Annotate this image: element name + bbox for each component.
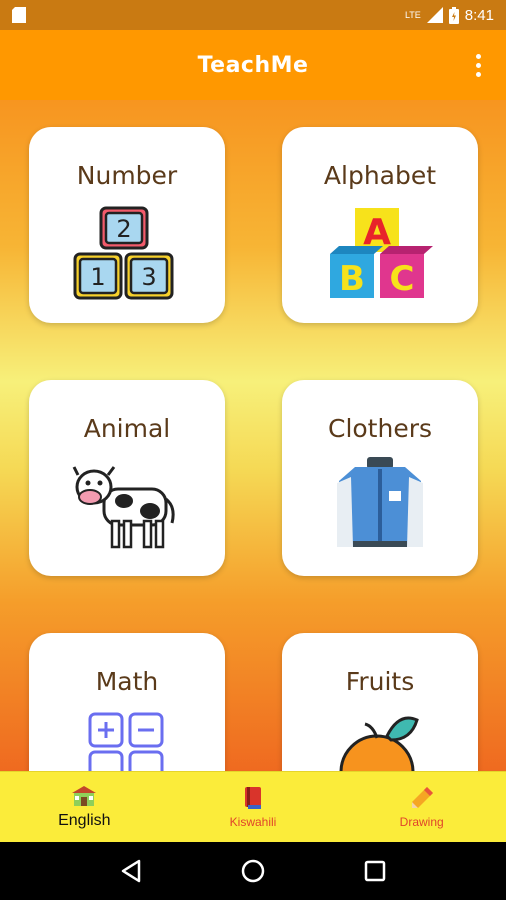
bottom-nav: English Kiswahili Drawing (0, 771, 506, 842)
card-label: Math (95, 667, 159, 696)
card-label: Animal (83, 414, 171, 443)
card-number[interactable]: Number 2 1 3 (29, 127, 225, 323)
recents-icon[interactable] (355, 851, 395, 891)
sd-card-icon (12, 7, 26, 23)
svg-text:3: 3 (141, 263, 156, 291)
math-symbols-icon (88, 712, 164, 771)
app-title: TeachMe (197, 52, 309, 78)
system-nav-bar (0, 842, 506, 900)
overflow-menu-icon[interactable] (468, 50, 488, 80)
nav-label: Kiswahili (229, 815, 277, 829)
card-animal[interactable]: Animal (29, 380, 225, 576)
card-math[interactable]: Math (29, 633, 225, 771)
back-icon[interactable] (111, 851, 151, 891)
nav-english[interactable]: English (0, 772, 169, 842)
svg-text:B: B (339, 259, 365, 299)
status-time: 8:41 (464, 6, 494, 24)
cow-icon (72, 466, 175, 549)
number-blocks-icon: 2 1 3 (73, 206, 174, 300)
card-alphabet[interactable]: Alphabet A B C (282, 127, 478, 323)
signal-icon (426, 7, 443, 23)
jacket-icon (337, 457, 423, 547)
pencil-icon (411, 787, 433, 808)
nav-label: Drawing (399, 815, 444, 829)
svg-text:2: 2 (116, 215, 131, 243)
card-label: Alphabet (323, 161, 437, 190)
abc-blocks-icon: A B C (330, 208, 433, 299)
card-fruits[interactable]: Fruits (282, 633, 478, 771)
status-bar: LTE 8:41 (0, 0, 506, 30)
network-type: LTE (404, 10, 421, 20)
category-grid: Number 2 1 3 Alphabet A B C Animal Cloth… (0, 100, 506, 771)
svg-text:C: C (390, 259, 415, 299)
nav-kiswahili[interactable]: Kiswahili (169, 772, 338, 842)
card-clothers[interactable]: Clothers (282, 380, 478, 576)
svg-text:1: 1 (90, 263, 105, 291)
nav-label: English (58, 812, 111, 829)
nav-drawing[interactable]: Drawing (337, 772, 506, 842)
battery-icon (448, 6, 459, 24)
card-label: Fruits (345, 667, 415, 696)
card-label: Number (76, 161, 178, 190)
card-label: Clothers (327, 414, 433, 443)
book-icon (245, 787, 261, 809)
orange-icon (339, 716, 419, 771)
home-icon[interactable] (233, 851, 273, 891)
school-house-icon (72, 786, 97, 806)
app-bar: TeachMe (0, 30, 506, 100)
